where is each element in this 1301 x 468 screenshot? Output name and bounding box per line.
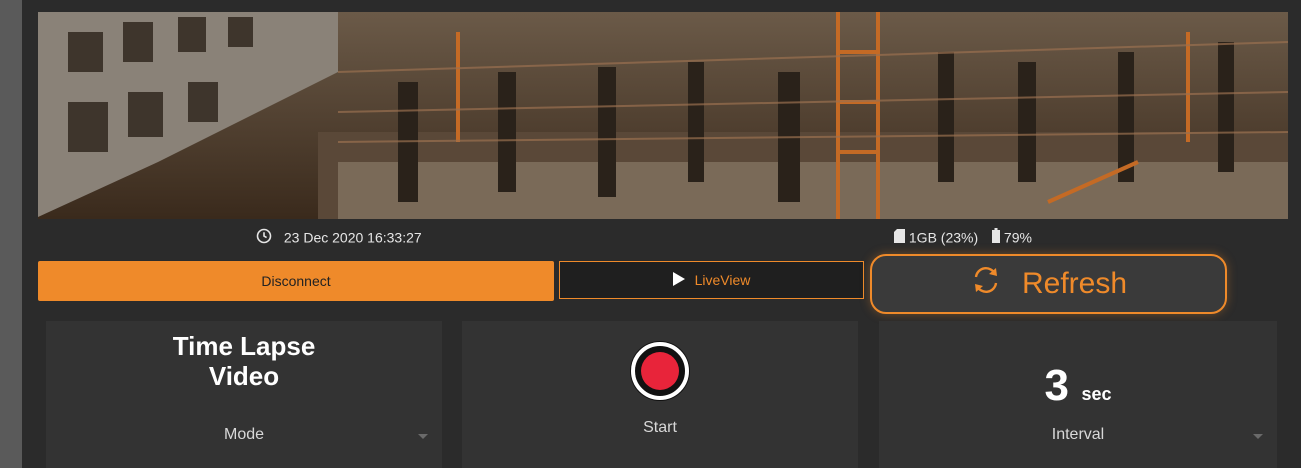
start-label: Start — [643, 419, 677, 436]
play-icon — [672, 271, 685, 289]
timestamp: 23 Dec 2020 16:33:27 — [256, 228, 422, 250]
refresh-icon — [970, 264, 1002, 304]
interval-selector[interactable]: 3 sec Interval — [879, 321, 1277, 468]
start-recording-panel[interactable]: Start — [462, 321, 858, 468]
liveview-label: LiveView — [694, 272, 751, 288]
disconnect-button[interactable]: Disconnect — [38, 261, 554, 301]
chevron-down-icon — [1253, 434, 1263, 439]
chevron-down-icon — [418, 434, 428, 439]
device-status: 1GB (23%) 79% — [894, 228, 1032, 250]
interval-unit: sec — [1081, 384, 1112, 404]
battery-icon — [992, 228, 1004, 246]
mode-value: Time Lapse Video — [172, 331, 316, 391]
mode-selector[interactable]: Time Lapse Video Mode — [46, 321, 442, 468]
liveview-button[interactable]: LiveView — [559, 261, 864, 299]
interval-value: 3 sec — [879, 361, 1277, 411]
refresh-label: Refresh — [1021, 267, 1128, 300]
battery-text: 79% — [1003, 229, 1032, 246]
mode-label: Mode — [223, 426, 265, 443]
clock-icon — [256, 228, 272, 247]
timestamp-text: 23 Dec 2020 16:33:27 — [283, 229, 422, 246]
refresh-button[interactable]: Refresh — [870, 254, 1227, 314]
camera-preview-image — [38, 12, 1288, 219]
interval-label: Interval — [1051, 426, 1105, 443]
sd-card-icon — [894, 228, 909, 246]
storage-text: 1GB (23%) — [908, 229, 979, 246]
record-icon[interactable] — [628, 339, 692, 408]
interval-number: 3 — [1044, 361, 1069, 410]
